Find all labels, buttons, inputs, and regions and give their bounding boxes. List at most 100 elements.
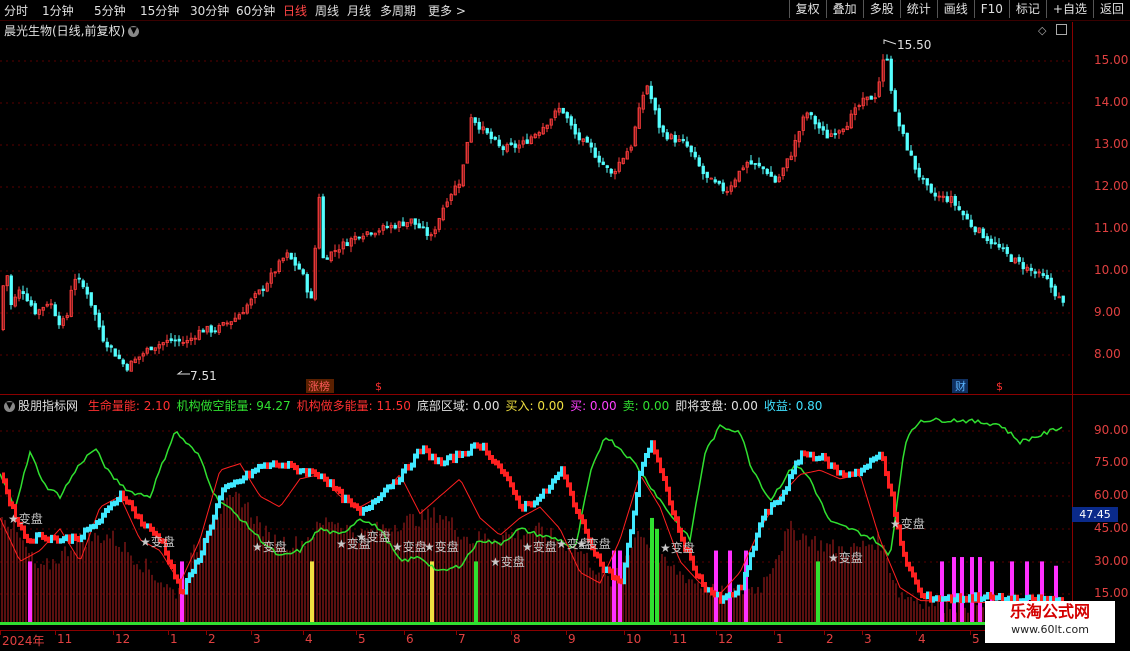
life-energy-segment [374, 498, 377, 505]
candle-body [53, 304, 57, 317]
candle-body [609, 168, 613, 174]
statistics-button[interactable]: 统计 [899, 0, 937, 18]
life-energy-segment [974, 592, 977, 602]
period-tab-daily[interactable]: 日线 [283, 2, 307, 19]
life-energy-segment [95, 520, 98, 529]
life-energy-segment [848, 471, 851, 478]
life-energy-segment [491, 455, 494, 464]
period-tab-60min[interactable]: 60分钟 [236, 2, 275, 19]
life-energy-segment [203, 537, 206, 556]
life-energy-segment [620, 578, 623, 585]
back-button[interactable]: 返回 [1092, 0, 1130, 18]
period-tab-5min[interactable]: 5分钟 [94, 2, 126, 19]
life-energy-segment [668, 486, 671, 506]
date-tick [716, 631, 717, 635]
candle-body [21, 291, 25, 295]
multi-stock-button[interactable]: 多股 [862, 0, 900, 18]
event-tag[interactable]: 财 [955, 379, 966, 393]
life-energy-segment [794, 460, 797, 475]
candle-body [89, 292, 93, 306]
life-energy-segment [65, 534, 68, 542]
period-tab-weekly[interactable]: 周线 [315, 2, 339, 19]
indicator-axis-label: 45.00 [1094, 521, 1129, 535]
candle-body [961, 210, 965, 216]
fuquan-button[interactable]: 复权 [788, 0, 826, 18]
price-axis-label: 13.00 [1094, 137, 1129, 151]
life-energy-segment [863, 464, 866, 473]
life-energy-segment [104, 508, 107, 518]
period-tab-monthly[interactable]: 月线 [347, 2, 371, 19]
candle-body [917, 167, 921, 178]
life-energy-segment [602, 561, 605, 574]
life-energy-segment [818, 455, 821, 462]
life-energy-segment [800, 450, 803, 465]
event-tag[interactable]: $ [375, 380, 382, 393]
life-energy-segment [428, 448, 431, 461]
life-energy-segment [86, 526, 89, 533]
life-energy-segment [785, 486, 788, 495]
life-energy-segment [875, 454, 878, 462]
period-tab-fenshi[interactable]: 分时 [4, 2, 28, 19]
low-price-label: 7.51 [190, 369, 217, 383]
candle-body [689, 145, 693, 153]
indicator-axis-label: 75.00 [1094, 455, 1129, 469]
life-energy-segment [677, 516, 680, 533]
life-energy-segment [326, 476, 329, 488]
baseline-bar [0, 622, 1064, 625]
add-watchlist-button[interactable]: +自选 [1045, 0, 1093, 18]
signal-bar [474, 561, 478, 622]
life-energy-segment [194, 559, 197, 574]
life-energy-segment [116, 497, 119, 506]
date-axis-label: 12 [115, 632, 131, 646]
life-energy-segment [926, 591, 929, 600]
life-energy-segment [806, 451, 809, 458]
life-energy-segment [515, 489, 518, 501]
bianpan-label: ★变盘 [140, 534, 175, 549]
life-energy-segment [320, 473, 323, 480]
life-energy-segment [776, 499, 779, 506]
life-energy-segment [581, 514, 584, 525]
overlay-button[interactable]: 叠加 [825, 0, 863, 18]
period-tab-15min[interactable]: 15分钟 [140, 2, 179, 19]
life-energy-segment [89, 524, 92, 532]
candle-body [1041, 273, 1045, 276]
life-energy-segment [212, 514, 215, 530]
period-tab-1min[interactable]: 1分钟 [42, 2, 74, 19]
life-energy-segment [860, 467, 863, 477]
bianpan-label: ★变盘 [356, 529, 391, 544]
candle-body [109, 345, 113, 348]
signal-bar [310, 561, 314, 622]
mark-button[interactable]: 标记 [1008, 0, 1046, 18]
life-energy-segment [839, 470, 842, 476]
life-energy-segment [38, 531, 41, 538]
f10-button[interactable]: F10 [973, 0, 1009, 18]
candle-body [597, 155, 601, 163]
life-energy-segment [830, 462, 833, 469]
life-energy-segment [386, 484, 389, 493]
life-energy-segment [743, 571, 746, 591]
period-tab-30min[interactable]: 30分钟 [190, 2, 229, 19]
indicator-axis-label: 90.00 [1094, 423, 1129, 437]
event-tag[interactable]: $ [996, 380, 1003, 393]
date-axis-label: 4 [305, 632, 313, 646]
bianpan-label: ★变盘 [424, 539, 459, 554]
life-energy-segment [209, 524, 212, 536]
life-energy-segment [395, 479, 398, 485]
life-energy-segment [83, 527, 86, 540]
candlestick-chart[interactable]: 15.50 7.51 涨榜 $ 财 $ [0, 22, 1072, 394]
bianpan-label: ★变盘 [576, 536, 611, 551]
life-energy-segment [302, 468, 305, 474]
period-tab-multi[interactable]: 多周期 [380, 2, 416, 19]
candle-body [477, 121, 481, 130]
candle-body [701, 165, 705, 175]
life-energy-segment [8, 489, 11, 507]
watermark-logo: 乐淘公式网 www.60lt.com [985, 601, 1115, 643]
period-tab-more[interactable]: 更多 > [428, 2, 466, 19]
life-energy-segment [398, 477, 401, 485]
indicator-chart[interactable]: ★变盘★变盘 ★变盘 ★变盘★变盘★变盘★变盘★变盘★变盘 ★变盘★变盘 ★变盘★变盘★… [0, 396, 1072, 628]
draw-line-button[interactable]: 画线 [936, 0, 974, 18]
life-energy-segment [752, 545, 755, 558]
life-energy-segment [995, 595, 998, 601]
life-energy-segment [596, 551, 599, 559]
event-tag[interactable]: 涨榜 [308, 379, 330, 393]
